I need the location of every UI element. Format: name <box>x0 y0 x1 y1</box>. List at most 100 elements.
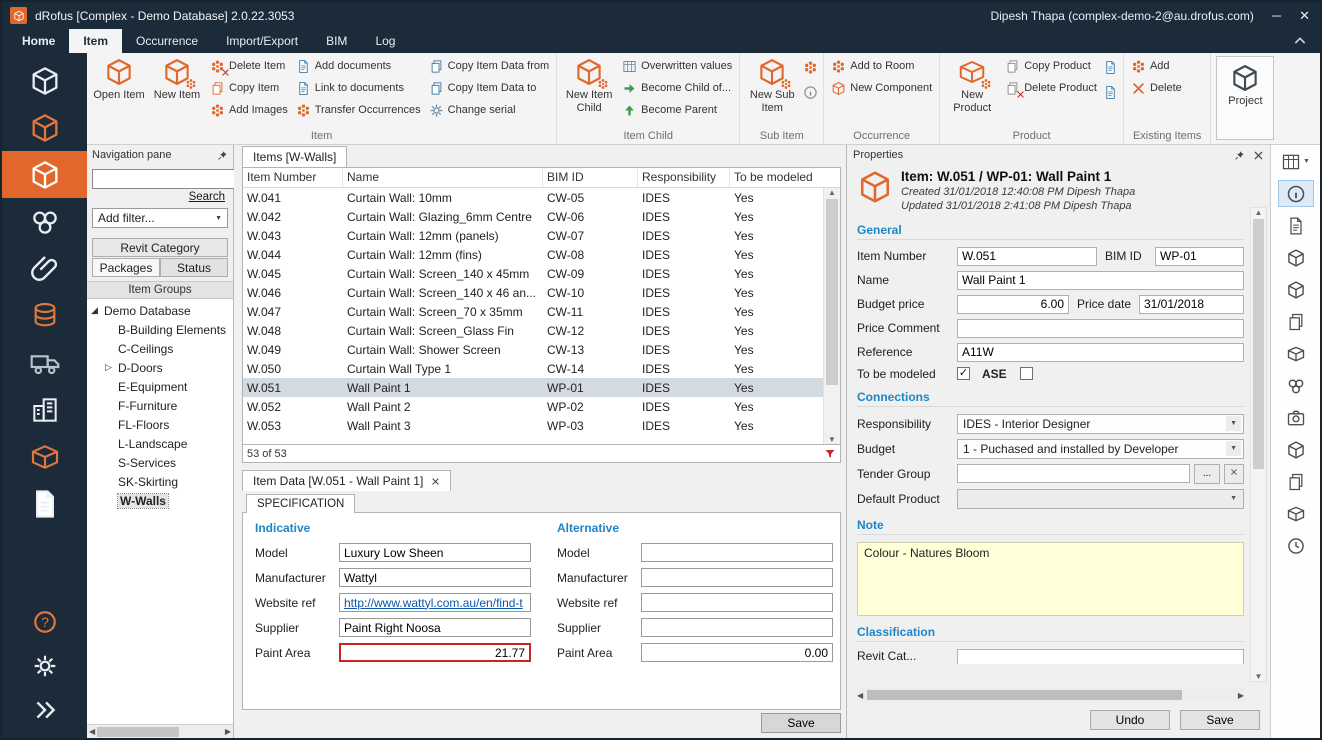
properties-vertical-scrollbar[interactable]: ▲ ▼ <box>1250 207 1267 682</box>
tab-home[interactable]: Home <box>8 29 69 53</box>
price-date-input[interactable] <box>1139 295 1244 314</box>
items-table-row[interactable]: W.048 Curtain Wall: Screen_Glass Fin CW-… <box>243 321 823 340</box>
item-number-input[interactable] <box>957 247 1097 266</box>
alternative-website-ref-input[interactable] <box>641 593 833 612</box>
add-filter-dropdown[interactable]: Add filter... ▼ <box>92 208 228 228</box>
column-item-number[interactable]: Item Number <box>243 168 343 187</box>
items-vertical-scrollbar[interactable]: ▲ ▼ <box>823 188 840 444</box>
tree-expand-icon[interactable] <box>91 305 104 316</box>
items-table-row[interactable]: W.052 Wall Paint 2 WP-02 IDES Yes <box>243 397 823 416</box>
sidebar-logistics-icon[interactable] <box>2 339 87 386</box>
new-occurrence-icon[interactable] <box>1278 436 1314 463</box>
items-table-row[interactable]: W.049 Curtain Wall: Shower Screen CW-13 … <box>243 340 823 359</box>
info-icon[interactable] <box>1278 180 1314 207</box>
transfer-occurrences-button[interactable]: Transfer Occurrences <box>292 99 425 121</box>
alternative-supplier-input[interactable] <box>641 618 833 637</box>
become-parent-button[interactable]: Become Parent <box>618 99 736 121</box>
scroll-left-icon[interactable]: ◀ <box>89 727 95 736</box>
navigation-search-input[interactable] <box>93 171 252 187</box>
properties-save-button[interactable]: Save <box>1180 710 1260 730</box>
responsibility-dropdown[interactable]: IDES - Interior Designer▼ <box>957 414 1244 434</box>
tab-occurrence[interactable]: Occurrence <box>122 29 212 53</box>
items-table-row[interactable]: W.050 Curtain Wall Type 1 CW-14 IDES Yes <box>243 359 823 378</box>
items-table-row[interactable]: W.041 Curtain Wall: 10mm CW-05 IDES Yes <box>243 188 823 207</box>
settings-icon[interactable] <box>2 644 87 688</box>
copy-item-data-from-button[interactable]: Copy Item Data from <box>425 55 553 77</box>
column-name[interactable]: Name <box>343 168 543 187</box>
sub-item-info-icon[interactable] <box>803 85 818 100</box>
tree-item[interactable]: C-Ceilings <box>87 339 233 358</box>
add-images-button[interactable]: Add Images <box>206 99 292 121</box>
new-sub-item-button[interactable]: New Sub Item <box>743 54 801 114</box>
filter-indicator-icon[interactable] <box>824 448 836 460</box>
revit-category-button[interactable]: Revit Category <box>92 238 228 257</box>
sidebar-finance-icon[interactable] <box>2 292 87 339</box>
status-tab[interactable]: Status <box>160 258 228 277</box>
item-box-icon[interactable] <box>1278 340 1314 367</box>
copy-item-button[interactable]: Copy Item <box>206 77 292 99</box>
items-table-row[interactable]: W.042 Curtain Wall: Glazing_6mm Centre C… <box>243 207 823 226</box>
sidebar-documents-icon[interactable] <box>2 245 87 292</box>
tab-item[interactable]: Item <box>69 29 122 53</box>
tree-item[interactable]: B-Building Elements <box>87 320 233 339</box>
items-table-row[interactable]: W.043 Curtain Wall: 12mm (panels) CW-07 … <box>243 226 823 245</box>
tree-item[interactable]: SK-Skirting <box>87 472 233 491</box>
new-item-child-button[interactable]: New Item Child <box>560 54 618 114</box>
tab-import-export[interactable]: Import/Export <box>212 29 312 53</box>
expand-sidebar-icon[interactable] <box>2 688 87 732</box>
sidebar-buildings-icon[interactable] <box>2 386 87 433</box>
column-bim-id[interactable]: BIM ID <box>543 168 638 187</box>
tree-item[interactable]: L-Landscape <box>87 434 233 453</box>
pin-icon[interactable] <box>217 150 228 161</box>
name-input[interactable] <box>957 271 1244 290</box>
sidebar-products-icon[interactable] <box>2 433 87 480</box>
item-data-save-button[interactable]: Save <box>761 713 841 733</box>
collapse-ribbon-icon[interactable] <box>1292 33 1308 49</box>
item-data-icon[interactable] <box>1278 212 1314 239</box>
tree-item[interactable]: S-Services <box>87 453 233 472</box>
new-product-button[interactable]: New Product <box>943 54 1001 114</box>
sub-item-burst-icon[interactable] <box>803 60 818 75</box>
sidebar-reports-icon[interactable] <box>2 480 87 527</box>
revit-category-input[interactable] <box>957 649 1244 664</box>
column-to-be-modeled[interactable]: To be modeled <box>730 168 823 187</box>
scroll-down-icon[interactable]: ▼ <box>828 435 836 444</box>
packages-tab[interactable]: Packages <box>92 258 160 277</box>
open-item-button[interactable]: Open Item <box>90 54 148 102</box>
bim-id-input[interactable] <box>1155 247 1244 266</box>
item-sync-icon[interactable] <box>1278 276 1314 303</box>
indicative-model-input[interactable] <box>339 543 531 562</box>
indicative-manufacturer-input[interactable] <box>339 568 531 587</box>
tab-bim[interactable]: BIM <box>312 29 361 53</box>
tree-item[interactable]: E-Equipment <box>87 377 233 396</box>
search-link[interactable]: Search <box>95 191 225 203</box>
items-table-row[interactable]: W.044 Curtain Wall: 12mm (fins) CW-08 ID… <box>243 245 823 264</box>
minimize-icon[interactable]: ─ <box>1272 9 1281 22</box>
copy-item-data-to-button[interactable]: Copy Item Data to <box>425 77 553 99</box>
delete-product-extra-icon[interactable] <box>1103 85 1118 100</box>
item-data-tab[interactable]: Item Data [W.051 - Wall Paint 1] <box>242 470 451 491</box>
change-serial-button[interactable]: Change serial <box>425 99 553 121</box>
alternative-model-input[interactable] <box>641 543 833 562</box>
tree-item[interactable]: F-Furniture <box>87 396 233 415</box>
budget-price-input[interactable] <box>957 295 1069 314</box>
items-tab[interactable]: Items [W-Walls] <box>242 146 347 167</box>
to-be-modeled-checkbox[interactable]: ✓ <box>957 367 970 380</box>
indicative-website-ref-field[interactable]: http://www.wattyl.com.au/en/find-t <box>339 593 531 612</box>
close-properties-icon[interactable] <box>1253 150 1264 161</box>
scroll-down-icon[interactable]: ▼ <box>1255 672 1263 681</box>
scroll-up-icon[interactable]: ▲ <box>828 188 836 197</box>
navigation-horizontal-scrollbar[interactable]: ◀ ▶ <box>87 724 233 738</box>
copy-product-button[interactable]: Copy Product <box>1001 55 1101 77</box>
tree-item[interactable]: W-Walls <box>87 491 233 510</box>
history-icon[interactable] <box>1278 532 1314 559</box>
tender-group-input[interactable] <box>957 464 1190 483</box>
scroll-right-icon[interactable]: ▶ <box>1238 691 1244 700</box>
existing-delete-button[interactable]: Delete <box>1127 77 1186 99</box>
become-child-of-button[interactable]: Become Child of... <box>618 77 736 99</box>
note-textarea[interactable]: Colour - Natures Bloom <box>857 542 1244 616</box>
close-icon[interactable]: ✕ <box>1299 9 1310 22</box>
alternative-manufacturer-input[interactable] <box>641 568 833 587</box>
add-documents-button[interactable]: Add documents <box>292 55 425 77</box>
column-responsibility[interactable]: Responsibility <box>638 168 730 187</box>
